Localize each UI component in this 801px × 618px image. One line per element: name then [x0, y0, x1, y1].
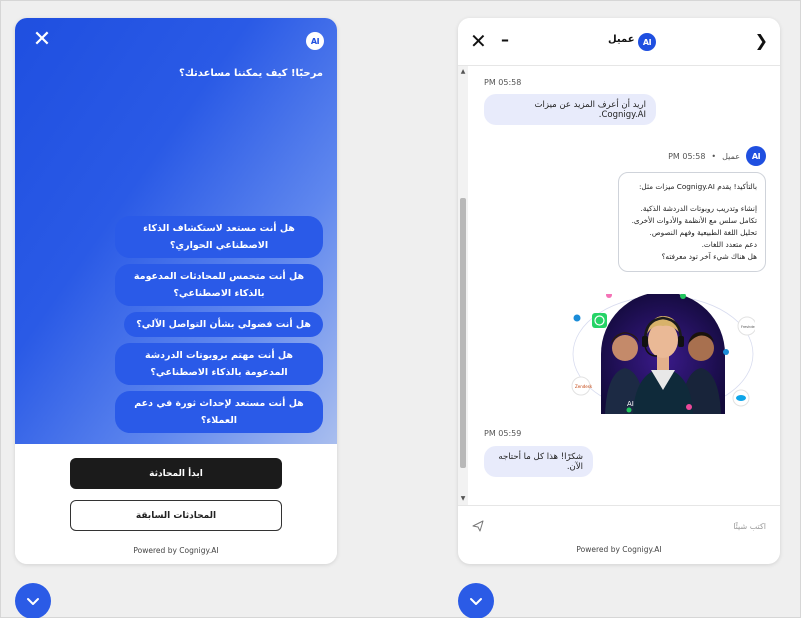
close-icon[interactable]: ✕	[32, 29, 52, 51]
chat-header: ✕ – عميل AI ❯	[458, 18, 780, 66]
suggestion-chip[interactable]: هل أنت مستعد لاستكشاف الذكاء الاصطناعي ا…	[115, 216, 323, 258]
chevron-right-icon[interactable]: ❯	[755, 31, 768, 50]
agents-illustration: AI Freshdesk Zendesk	[571, 294, 755, 414]
previous-conversations-button[interactable]: المحادثات السابقة	[70, 500, 282, 531]
close-icon[interactable]: ✕	[470, 31, 487, 51]
bot-message-outro: هل هناك شيء آخر تود معرفته؟	[661, 252, 757, 261]
message-composer	[458, 505, 780, 545]
bot-message-point: تكامل سلس مع الأنظمة والأدوات الأخرى.	[631, 216, 757, 225]
cognigy-logo: AI	[638, 33, 656, 51]
bot-message-point: دعم متعدد اللغات.	[701, 240, 757, 249]
cognigy-logo: AI	[306, 32, 324, 50]
toggle-widget-button[interactable]	[15, 583, 51, 618]
send-icon[interactable]	[472, 520, 484, 532]
powered-by-text: Powered by Cognigy.AI	[576, 545, 662, 554]
bot-message-point: إنشاء وتدريب روبوتات الدردشة الذكية.	[640, 204, 757, 213]
svg-text:Zendesk: Zendesk	[575, 384, 593, 389]
chat-title: عميل	[608, 34, 635, 45]
powered-by-text: Powered by Cognigy.AI	[133, 546, 219, 555]
scroll-up-arrow[interactable]: ▲	[459, 68, 467, 76]
toggle-widget-button[interactable]	[458, 583, 494, 618]
start-conversation-button[interactable]: ابدأ المحادثة	[70, 458, 282, 489]
chevron-down-icon	[470, 598, 482, 605]
chat-scrollbar[interactable]: ▲ ▼	[458, 66, 468, 505]
suggestion-chip[interactable]: هل أنت مستعد لإحداث ثورة في دعم العملاء؟	[115, 391, 323, 433]
welcome-actions: ابدأ المحادثة المحادثات السابقة Powered …	[15, 444, 337, 564]
user-message: اريد أن أعرف المزيد عن ميزات Cognigy.AI.	[484, 94, 656, 125]
message-input[interactable]	[526, 518, 766, 534]
whatsapp-icon	[592, 313, 607, 328]
welcome-widget: ✕ AI مرحبًا! كيف يمكننا مساعدتك؟ هل أنت …	[15, 18, 337, 564]
suggestion-list: هل أنت مستعد لاستكشاف الذكاء الاصطناعي ا…	[115, 216, 323, 433]
suggestion-chip[interactable]: هل أنت فضولي بشأن التواصل الآلي؟	[124, 312, 323, 337]
chat-widget: ✕ – عميل AI ❯ ▲ ▼ PM 05:58 اريد أن أعرف …	[458, 18, 780, 564]
minimize-icon[interactable]: –	[501, 30, 509, 50]
message-timestamp: PM 05:58	[668, 151, 706, 161]
bot-message-point: تحليل اللغة الطبيعية وفهم النصوص.	[649, 228, 757, 237]
scroll-down-arrow[interactable]: ▼	[459, 495, 467, 503]
bot-name: عميل	[722, 151, 740, 161]
greeting-text: مرحبًا! كيف يمكننا مساعدتك؟	[178, 68, 323, 79]
bot-message: بالتأكيد! يقدم Cognigy.AI ميزات مثل: إنش…	[618, 172, 766, 272]
message-timestamp: PM 05:59	[484, 429, 522, 438]
user-message: شكرًا! هذا كل ما أحتاجه الآن.	[484, 446, 593, 477]
svg-text:AI: AI	[627, 400, 634, 408]
meta-separator: •	[711, 151, 717, 161]
welcome-hero: ✕ AI مرحبًا! كيف يمكننا مساعدتك؟ هل أنت …	[15, 18, 337, 444]
bot-avatar: AI	[746, 146, 766, 166]
bot-message-intro: بالتأكيد! يقدم Cognigy.AI ميزات مثل:	[638, 182, 757, 191]
message-timestamp: PM 05:58	[484, 78, 522, 87]
bot-message-meta: AI عميل • PM 05:58	[668, 146, 766, 166]
chevron-down-icon	[27, 598, 39, 605]
suggestion-chip[interactable]: هل أنت مهتم بروبوتات الدردشة المدعومة با…	[115, 343, 323, 385]
scroll-thumb[interactable]	[460, 198, 466, 468]
svg-text:Freshdesk: Freshdesk	[741, 325, 755, 329]
suggestion-chip[interactable]: هل أنت متحمس للمحادثات المدعومة بالذكاء …	[115, 264, 323, 306]
